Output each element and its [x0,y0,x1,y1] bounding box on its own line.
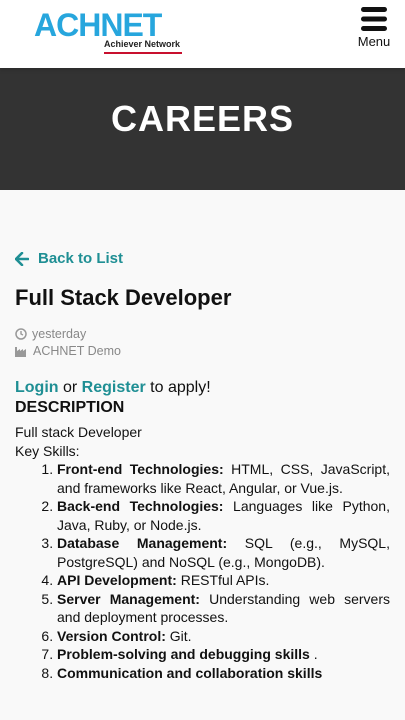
skill-label: API Development: [57,572,177,588]
description-intro: Full stack Developer Key Skills: [15,423,390,460]
skill-text: Git. [165,627,192,644]
top-navigation-bar: ACHNET Achiever Network Menu [0,0,405,68]
job-title: Full Stack Developer [15,285,232,310]
job-detail: Back to List Full Stack Developer yester… [15,250,390,682]
skill-item: Back-end Technologies: Languages like Py… [57,497,390,534]
skill-text: RESTful APIs. [176,572,270,588]
login-link[interactable]: Login [15,379,59,396]
skill-item: Database Management: SQL (e.g., MySQL, P… [57,534,390,571]
skill-item: Server Management: Understanding web ser… [57,590,390,627]
clock-icon [15,327,27,340]
intro-line: Full stack Developer [15,424,142,440]
logo-text: ACHNET [34,7,162,43]
skill-label: Front-end Technologies: [57,461,224,477]
skill-label: Server Management: [57,590,200,607]
factory-icon [15,346,26,357]
skill-item: API Development: RESTful APIs. [57,571,390,590]
posted-date: yesterday [32,326,87,341]
job-meta: yesterday ACHNET Demo [15,325,390,359]
description-heading: DESCRIPTION [15,399,125,416]
skill-label: Communication and collaboration skills [57,664,323,681]
achnet-logo[interactable]: ACHNET Achiever Network [34,7,184,54]
skill-label: Version Control: [57,627,166,644]
skill-item: Problem-solving and debugging skills . [57,645,390,664]
back-to-list-link[interactable]: Back to List [15,250,390,267]
skill-item: Communication and collaboration skills [57,664,390,683]
logo-underline [104,52,182,54]
logo-tagline: Achiever Network [104,39,181,49]
company-name: ACHNET Demo [33,343,121,358]
skill-label: Back-end Technologies: [57,498,224,514]
back-label: Back to List [38,250,124,267]
menu-label: Menu [357,34,391,49]
apply-suffix-text: to apply! [145,379,211,396]
menu-button[interactable]: Menu [357,6,391,54]
arrow-left-icon [15,251,29,266]
posted-row: yesterday [15,325,390,342]
banner-title: CAREERS [110,98,295,139]
skill-item: Version Control: Git. [57,627,390,646]
key-skills-label: Key Skills: [15,442,80,459]
hamburger-icon [361,7,387,31]
skill-item: Front-end Technologies: HTML, CSS, JavaS… [57,460,390,497]
register-link[interactable]: Register [82,379,146,396]
company-row: ACHNET Demo [15,342,390,359]
apply-or-text: or [58,379,82,396]
skill-label: Database Management: [57,535,228,551]
apply-prompt: Login or Register to apply! [15,379,390,397]
skill-label: Problem-solving and debugging skills [57,646,310,662]
skill-text: . [309,646,318,662]
careers-banner: CAREERS [0,68,405,190]
skills-list: Front-end Technologies: HTML, CSS, JavaS… [15,460,390,682]
